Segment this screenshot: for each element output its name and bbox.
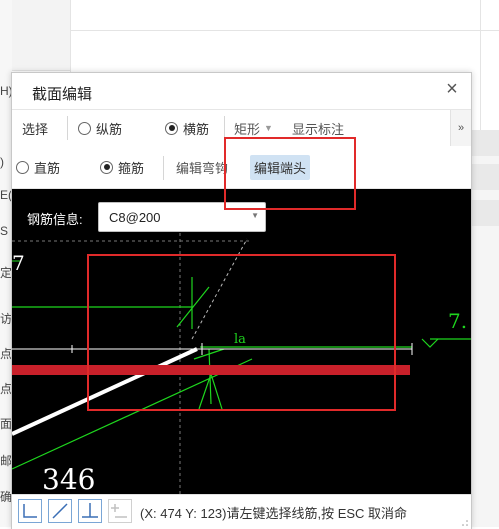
radio-longitudinal-label: 纵筋: [96, 121, 123, 137]
radio-transverse[interactable]: 横筋: [165, 110, 209, 146]
line-draw-icon[interactable]: [48, 499, 72, 523]
status-bar: (X: 474 Y: 123)请左键选择线筋,按 ESC 取消命: [12, 494, 471, 529]
radio-selected-icon: [100, 160, 113, 174]
status-coordinates-text: (X: 474 Y: 123)请左键选择线筋,按 ESC 取消命: [140, 506, 408, 521]
radio-longitudinal[interactable]: 纵筋: [78, 110, 122, 146]
background-label: S: [0, 224, 9, 238]
background-right-panel: [470, 130, 499, 527]
radio-selected-icon: [165, 121, 178, 135]
highlight-box-canvas: [87, 254, 396, 411]
resize-grip-icon[interactable]: [461, 519, 469, 527]
overflow-menu-icon[interactable]: »: [450, 110, 471, 146]
dialog-titlebar[interactable]: 截面编辑 ×: [12, 73, 471, 109]
rebar-info-value: C8@200: [109, 210, 161, 225]
chevron-down-icon: ▼: [251, 211, 259, 220]
radio-icon: [16, 160, 29, 174]
green-right-mark: [421, 338, 439, 348]
dialog-title: 截面编辑: [32, 86, 93, 103]
shape-dropdown-label: 矩形: [234, 121, 261, 137]
radio-transverse-label: 横筋: [183, 121, 210, 137]
chevron-down-icon: ▼: [264, 123, 273, 133]
close-icon[interactable]: ×: [441, 78, 463, 100]
dimension-number: 346: [42, 463, 96, 494]
right-dimension-label: 7.: [448, 309, 468, 333]
perpendicular-snap-icon[interactable]: [78, 499, 102, 523]
background-label: ): [0, 155, 4, 169]
edit-hook-button[interactable]: 编辑弯钩: [176, 149, 228, 185]
select-label: 选择: [22, 121, 49, 137]
rebar-info-label: 钢筋信息:: [27, 212, 83, 227]
radio-straight[interactable]: 直筋: [16, 149, 60, 185]
left-dimension-label: 7: [12, 251, 25, 275]
toolbar-separator: [67, 116, 68, 140]
radio-stirrup-label: 箍筋: [118, 160, 145, 176]
background-divider: [70, 30, 499, 31]
radio-straight-label: 直筋: [34, 160, 61, 176]
orthogonal-snap-icon[interactable]: [18, 499, 42, 523]
radio-icon: [78, 121, 91, 135]
toolbar-separator: [163, 156, 164, 180]
add-point-icon[interactable]: [108, 499, 132, 523]
radio-stirrup[interactable]: 箍筋: [100, 149, 144, 185]
highlight-box-edit-end: [224, 137, 356, 210]
